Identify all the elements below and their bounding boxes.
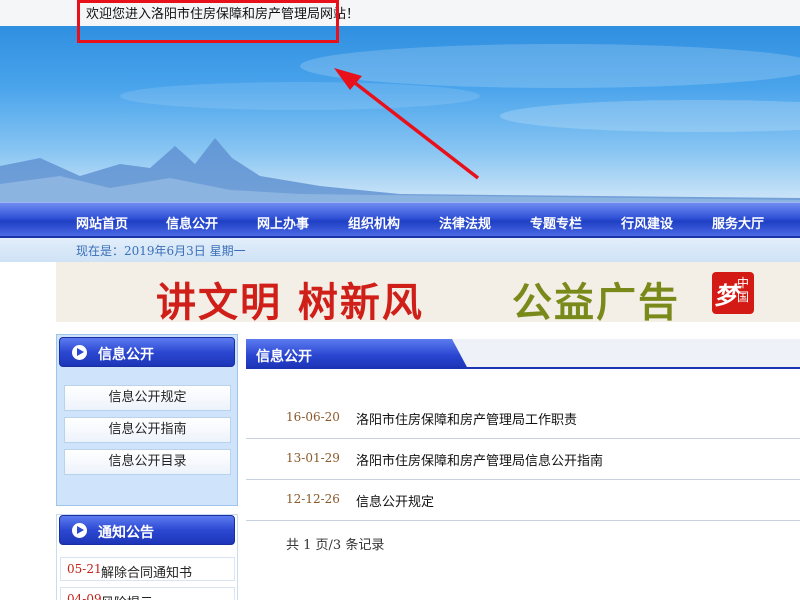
notice-title[interactable]: 风险提示: [101, 592, 153, 600]
notice-title[interactable]: 解除合同通知书: [101, 562, 192, 581]
nav-service-hall[interactable]: 服务大厅: [712, 213, 764, 232]
play-circle-icon: [72, 523, 87, 538]
nav-organization[interactable]: 组织机构: [348, 213, 400, 232]
nav-topics[interactable]: 专题专栏: [530, 213, 582, 232]
sidebar-link-catalog[interactable]: 信息公开目录: [64, 449, 231, 475]
item-date: 16-06-20: [286, 410, 340, 424]
notice-item[interactable]: 05-21 解除合同通知书: [60, 557, 235, 581]
nav-laws[interactable]: 法律法规: [439, 213, 491, 232]
item-title[interactable]: 洛阳市住房保障和房产管理局工作职责: [356, 409, 577, 428]
nav-info-public[interactable]: 信息公开: [166, 213, 218, 232]
main-section-header: 信息公开: [246, 339, 800, 369]
sidebar-link-regulation[interactable]: 信息公开规定: [64, 385, 231, 411]
notice-panel: 通知公告 05-21 解除合同通知书 04-09 风险提示: [56, 514, 238, 600]
main-navigation: 网站首页 信息公开 网上办事 组织机构 法律法规 专题专栏 行风建设 服务大厅: [0, 202, 800, 238]
panel-title: 信息公开: [98, 347, 154, 363]
info-public-panel-header: 信息公开: [59, 337, 235, 367]
list-item[interactable]: 16-06-20 洛阳市住房保障和房产管理局工作职责: [246, 398, 800, 439]
public-service-ad[interactable]: 讲文明 树新风 公益广告 梦 中国: [56, 262, 800, 322]
panel-title: 通知公告: [98, 525, 154, 541]
seal-brush-mark: 梦: [714, 281, 738, 310]
seal-text: 中国: [737, 276, 750, 304]
notice-date: 04-09: [67, 592, 102, 600]
annotation-arrow-icon: [334, 68, 480, 180]
item-date: 12-12-26: [286, 492, 340, 506]
item-title[interactable]: 信息公开规定: [356, 491, 434, 510]
list-item[interactable]: 12-12-26 信息公开规定: [246, 480, 800, 521]
pagination-text: 共 1 页/3 条记录: [286, 538, 385, 553]
nav-home[interactable]: 网站首页: [76, 213, 128, 232]
main-section-title: 信息公开: [256, 349, 312, 365]
nav-online-service[interactable]: 网上办事: [257, 213, 309, 232]
notice-panel-header: 通知公告: [59, 515, 235, 545]
ad-slogan-right: 公益广告: [512, 280, 680, 322]
notice-date: 05-21: [67, 562, 102, 576]
china-seal-icon: 梦 中国: [712, 272, 754, 314]
sidebar-link-guide[interactable]: 信息公开指南: [64, 417, 231, 443]
current-date: 现在是：2019年6月3日 星期一: [76, 244, 246, 258]
nav-conduct[interactable]: 行风建设: [621, 213, 673, 232]
date-bar: 现在是：2019年6月3日 星期一: [0, 238, 800, 262]
item-date: 13-01-29: [286, 451, 340, 465]
list-item[interactable]: 13-01-29 洛阳市住房保障和房产管理局信息公开指南: [246, 439, 800, 480]
header-divider: [246, 367, 800, 369]
info-public-panel: 信息公开 信息公开规定 信息公开指南 信息公开目录: [56, 334, 238, 506]
ad-slogan-left: 讲文明 树新风: [156, 280, 424, 322]
play-circle-icon: [72, 345, 87, 360]
item-title[interactable]: 洛阳市住房保障和房产管理局信息公开指南: [356, 450, 603, 469]
notice-item[interactable]: 04-09 风险提示: [60, 587, 235, 600]
